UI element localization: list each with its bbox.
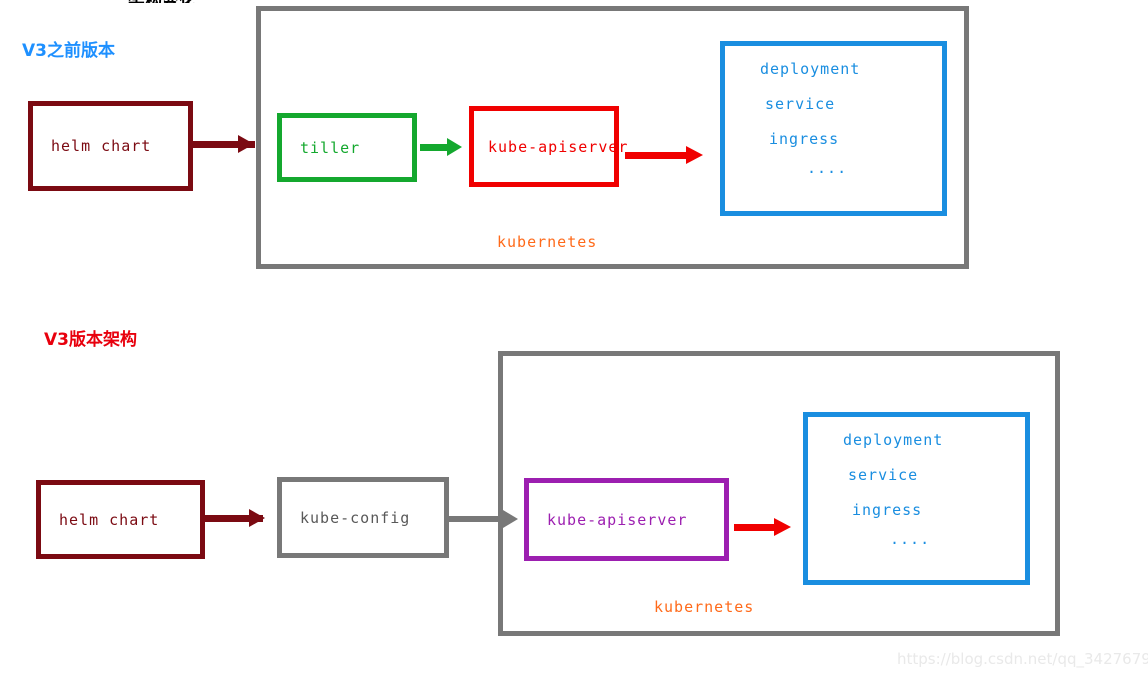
section-title-v3: V3版本架构	[44, 330, 137, 350]
node-kube-apiserver-pre-v3[interactable]: kube-apiserver	[469, 106, 627, 187]
node-label: tiller	[300, 138, 361, 157]
cluster-caption-v3: kubernetes	[654, 598, 755, 616]
resource-item-deployment: deployment	[760, 60, 861, 78]
arrow-apiserver-to-resources-head-pre-v3	[686, 146, 703, 164]
node-kube-apiserver-v3[interactable]: kube-apiserver	[524, 478, 729, 561]
node-label: kube-apiserver	[547, 510, 688, 529]
node-label: helm chart	[59, 510, 160, 529]
resource-item-ellipsis: ....	[890, 530, 931, 548]
resource-list: deployment service ingress ....	[808, 431, 1025, 548]
arrow-apiserver-to-resources-head-v3	[774, 518, 791, 536]
top-cut-heading: 架构变化	[128, 0, 248, 3]
node-label: kube-apiserver	[488, 137, 629, 156]
resource-item-service: service	[848, 466, 919, 484]
arrow-helmchart-to-tiller-head	[238, 135, 254, 153]
node-label: kube-config	[300, 508, 411, 527]
resource-item-ingress: ingress	[852, 501, 923, 519]
arrow-helmchart-to-kubeconfig-head	[249, 509, 265, 527]
arrow-tiller-to-apiserver-head	[447, 138, 462, 156]
node-helm-chart-v3[interactable]: helm chart	[36, 480, 205, 559]
resource-item-service: service	[765, 95, 836, 113]
arrow-kubeconfig-to-apiserver-head	[503, 510, 518, 528]
resources-box-v3[interactable]: deployment service ingress ....	[803, 412, 1030, 585]
node-tiller[interactable]: tiller	[277, 113, 417, 182]
node-kube-config[interactable]: kube-config	[277, 477, 449, 558]
diagram-canvas: 架构变化 V3之前版本 helm chart tiller kube-apise…	[0, 0, 1148, 678]
resource-item-ingress: ingress	[769, 130, 840, 148]
resources-box-pre-v3[interactable]: deployment service ingress ....	[720, 41, 947, 216]
resource-list: deployment service ingress ....	[725, 60, 942, 177]
resource-item-deployment: deployment	[843, 431, 944, 449]
node-label: helm chart	[51, 137, 152, 155]
resource-item-ellipsis: ....	[807, 159, 848, 177]
section-title-pre-v3: V3之前版本	[22, 41, 115, 61]
watermark: https://blog.csdn.net/qq_34276797	[897, 650, 1148, 668]
node-helm-chart-pre-v3[interactable]: helm chart	[28, 101, 193, 191]
arrow-apiserver-to-resources-shaft-pre-v3	[625, 152, 695, 159]
cluster-caption-pre-v3: kubernetes	[497, 233, 598, 251]
